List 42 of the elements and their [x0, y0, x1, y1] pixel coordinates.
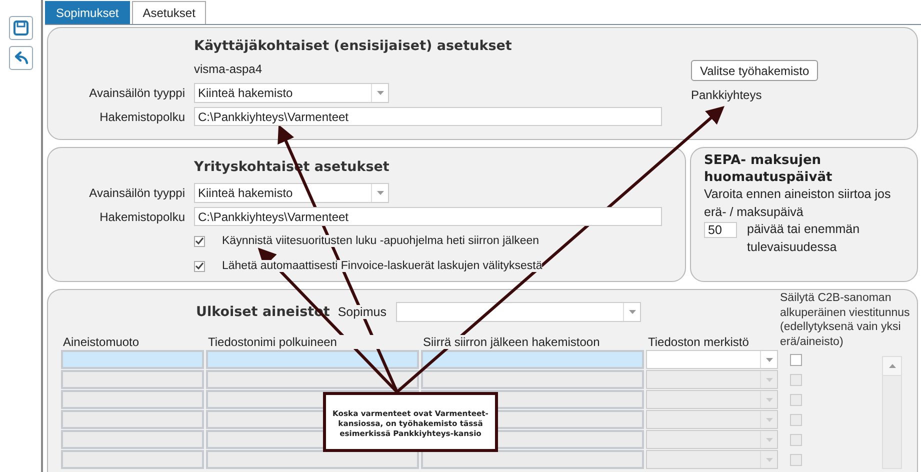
caret-icon — [766, 438, 772, 442]
tab[interactable]: Asetukset — [132, 1, 206, 24]
work-folder-name: Pankkiyhteys — [691, 88, 762, 102]
days-label: päivää tai enemmän tulevaisuudessa — [747, 221, 861, 256]
choose-folder-button[interactable]: Valitse työhakemisto — [691, 60, 818, 81]
folder-path-field[interactable]: C:\Pankkiyhteys\Varmenteet — [194, 207, 662, 226]
checkbox[interactable] — [790, 354, 802, 366]
field-label: Avainsäilön tyyppi — [89, 186, 185, 200]
days-field[interactable]: 50 — [704, 222, 737, 238]
checkbox[interactable] — [194, 236, 205, 246]
table-cell[interactable] — [421, 350, 644, 369]
column-header: Säilytä C2B-sanoman alkuperäinen viestitunnus (edellytyksenä vain yksi erä/aineisto) — [780, 291, 911, 349]
section-title: Käyttäjäkohtaiset (ensisijaiset) asetukset — [194, 38, 513, 56]
caret-icon — [766, 378, 772, 382]
section-title: SEPA- maksujen huomautuspäivät — [704, 152, 834, 186]
contract-dropdown[interactable] — [396, 302, 642, 322]
caret-icon — [376, 91, 384, 95]
caret-icon — [376, 191, 384, 195]
field-label: Hakemistopolku — [100, 210, 185, 224]
caret-icon — [766, 458, 772, 462]
scroll-up-icon — [888, 364, 896, 368]
user-name: visma-aspa4 — [194, 62, 264, 78]
option-label: Lähetä automaattisesti Finvoice-laskuerät laskujen välityksestä — [222, 260, 542, 272]
scrollbar[interactable] — [882, 356, 902, 469]
caret-icon — [766, 398, 772, 402]
undo-arrow-icon — [12, 50, 28, 66]
key-store-type-dropdown[interactable]: Kiinteä hakemisto — [194, 183, 389, 203]
folder-path-field[interactable]: C:\Pankkiyhteys\Varmenteet — [194, 107, 662, 126]
save-button[interactable] — [8, 16, 32, 40]
key-store-type-dropdown[interactable]: Kiinteä hakemisto — [194, 83, 389, 103]
caret-icon — [766, 418, 772, 422]
option-label: Käynnistä viitesuoritusten luku -apuohjelma heti siirron jälkeen — [222, 235, 540, 247]
caret-icon — [766, 358, 772, 362]
field-label: Avainsäilön tyyppi — [89, 86, 185, 100]
checkbox[interactable] — [194, 260, 205, 272]
tab[interactable]: Sopimukset — [45, 1, 130, 24]
caret-icon — [628, 310, 636, 314]
field-label: Hakemistopolku — [100, 110, 185, 124]
field-label: Sopimus — [338, 305, 386, 319]
undo-button[interactable] — [8, 46, 32, 70]
table-cell[interactable] — [61, 350, 204, 369]
table-cell[interactable] — [206, 350, 419, 369]
